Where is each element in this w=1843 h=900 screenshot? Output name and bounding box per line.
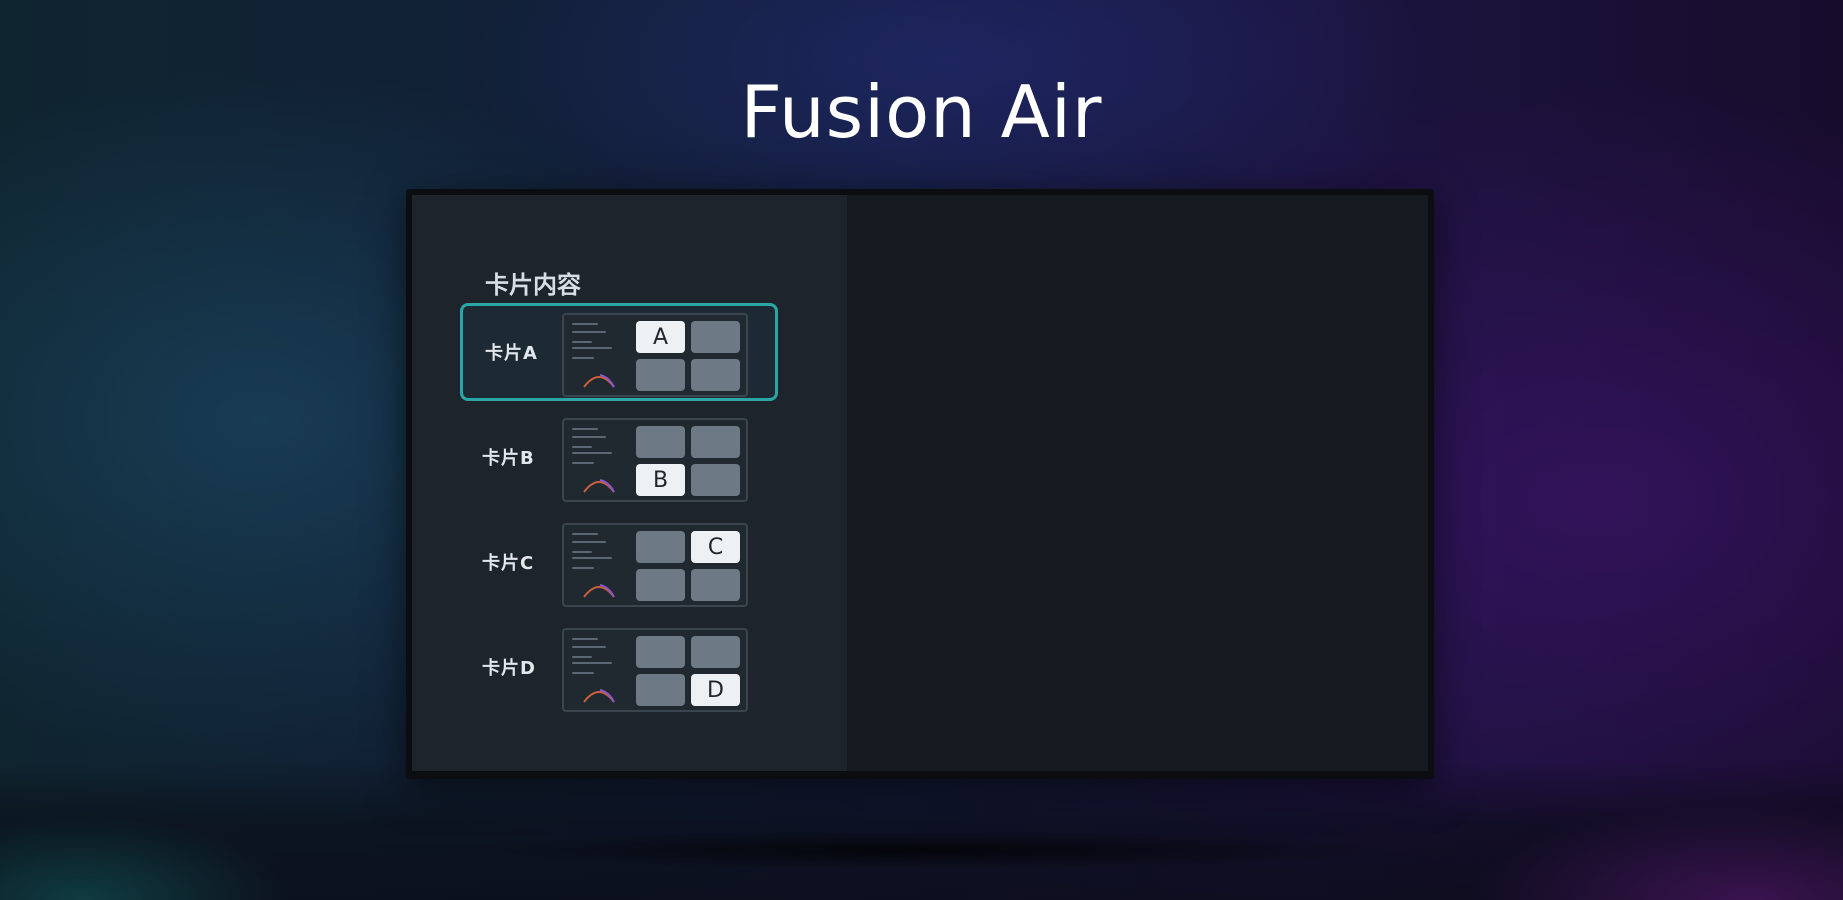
preview-tile [636,426,685,458]
preview-info-line [572,323,598,325]
preview-info-line [572,638,598,640]
preview-info-line [572,357,594,359]
card-option-label: 卡片A [485,343,538,364]
card-option-label: 卡片C [482,553,535,574]
preview-info-line [572,452,612,454]
preview-tile [691,464,740,496]
preview-info-line [572,672,594,674]
preview-info-block [572,533,626,598]
app-title: Fusion Air [740,70,1103,154]
preview-tile [691,569,740,601]
preview-tile-grid: D [636,636,740,706]
preview-info-line [572,662,612,664]
card-preview-thumbnail: C [562,523,748,607]
card-option-label: 卡片B [482,448,535,469]
preview-info-line [572,428,598,430]
preview-tile [691,636,740,668]
preview-info-block [572,323,626,388]
tv-frame: 卡片内容 卡片A A 卡片B B 卡片C C 卡片D D [406,189,1434,779]
preview-tile [691,359,740,391]
preview-info-line [572,533,598,535]
preview-info-line [572,567,594,569]
preview-info-line [572,331,606,333]
preview-tile [636,531,685,563]
card-option-b[interactable]: 卡片B B [460,408,778,506]
preview-info-block [572,428,626,493]
tv-screen: 卡片内容 卡片A A 卡片B B 卡片C C 卡片D D [412,195,1428,771]
preview-tile-active: A [636,321,685,353]
preview-tile-grid: B [636,426,740,496]
card-preview-thumbnail: B [562,418,748,502]
settings-panel: 卡片内容 卡片A A 卡片B B 卡片C C 卡片D D [412,195,847,771]
preview-info-line [572,551,592,553]
card-preview-thumbnail: A [562,313,748,397]
preview-info-line [572,541,606,543]
preview-tile-grid: A [636,321,740,391]
preview-tile-active: B [636,464,685,496]
preview-info-line [572,557,612,559]
card-option-c[interactable]: 卡片C C [460,513,778,611]
preview-info-line [572,656,592,658]
preview-tile-active: C [691,531,740,563]
promo-stage: Fusion Air 卡片内容 卡片A A 卡片B B 卡片C C 卡片D D [0,0,1843,900]
preview-tile-grid: C [636,531,740,601]
card-option-label: 卡片D [482,658,536,679]
card-preview-thumbnail: D [562,628,748,712]
detail-pane [847,195,1428,771]
card-option-a[interactable]: 卡片A A [460,303,778,401]
preview-info-line [572,347,612,349]
preview-tile-active: D [691,674,740,706]
preview-gauge-arc [583,689,615,703]
tv-shadow [440,830,1400,870]
preview-tile [636,636,685,668]
preview-tile [636,359,685,391]
preview-tile [636,569,685,601]
preview-tile [691,321,740,353]
section-heading: 卡片内容 [485,271,581,299]
preview-info-line [572,646,606,648]
preview-info-line [572,436,606,438]
preview-info-block [572,638,626,703]
preview-info-line [572,341,592,343]
preview-gauge-arc [583,584,615,598]
preview-info-line [572,446,592,448]
preview-gauge-arc [583,374,615,388]
preview-tile [636,674,685,706]
preview-gauge-arc [583,479,615,493]
card-option-d[interactable]: 卡片D D [460,618,778,716]
preview-tile [691,426,740,458]
preview-info-line [572,462,594,464]
